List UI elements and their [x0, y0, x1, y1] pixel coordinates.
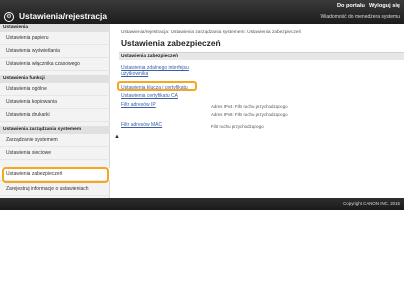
- message-to-admin-link[interactable]: Wiadomość do menedżera systemu: [321, 14, 400, 20]
- highlight-key-certificate: [117, 81, 197, 91]
- ca-certificate-link[interactable]: Ustawienia certyfikatu CA: [121, 93, 178, 99]
- app-title: Ustawienia/rejestracja: [19, 11, 107, 21]
- sidebar-item-paper[interactable]: Ustawienia papieru: [0, 32, 110, 45]
- sidebar-item-system-management[interactable]: Zarządzanie systemem: [0, 134, 110, 147]
- sidebar-item-copy[interactable]: Ustawienia kopiowania: [0, 96, 110, 109]
- sidebar-item-printer[interactable]: Ustawienia drukarki: [0, 109, 110, 122]
- sidebar-section-settings: Ustawienia: [0, 24, 110, 32]
- footer: Copyright CANON INC. 2015: [0, 198, 404, 210]
- header-bar: Do portalu Wyloguj się ⚙ Ustawienia/reje…: [0, 0, 404, 24]
- sidebar-item-network[interactable]: Ustawienia sieciowe: [0, 147, 110, 160]
- highlight-security-item: [2, 167, 109, 183]
- mac-filter-note: Filtr ruchu przychodzącego: [211, 124, 264, 129]
- portal-link[interactable]: Do portalu: [337, 3, 365, 9]
- section-header: Ustawienia zabezpieczeń: [119, 52, 404, 60]
- page: Do portalu Wyloguj się ⚙ Ustawienia/reje…: [0, 0, 404, 287]
- ip-filter-note-ipv4: Adres IPv4: Filtr ruchu przychodzącego: [211, 104, 288, 109]
- sidebar-section-system: Ustawienia zarządzania systemem: [0, 126, 110, 134]
- sidebar-item-register-settings[interactable]: Zarejestruj informacje o ustawieniach: [0, 183, 110, 196]
- sidebar-section-functions: Ustawienia funkcji: [0, 75, 110, 83]
- sidebar-item-display[interactable]: Ustawienia wyświetlania: [0, 45, 110, 58]
- gear-icon: ⚙: [4, 12, 14, 22]
- ip-filter-note-ipv6: Adres IPv6: Filtr ruchu przychodzącego: [211, 112, 288, 117]
- ip-filter-link[interactable]: Filtr adresów IP: [121, 102, 156, 108]
- logout-link[interactable]: Wyloguj się: [369, 3, 400, 9]
- blank-area: [0, 210, 404, 287]
- sidebar-item-general[interactable]: Ustawienia ogólne: [0, 83, 110, 96]
- sidebar-item-timer[interactable]: Ustawienia włącznika czasowego: [0, 58, 110, 71]
- copyright: Copyright CANON INC. 2015: [343, 201, 400, 206]
- mac-filter-link[interactable]: Filtr adresów MAC: [121, 122, 162, 128]
- breadcrumb: Ustawienia/rejestracja: Ustawienia zarzą…: [121, 30, 302, 35]
- remote-ui-settings-link-cont[interactable]: użytkownika: [121, 71, 148, 77]
- up-arrow-icon[interactable]: ▲: [114, 134, 120, 140]
- main-content: Ustawienia/rejestracja: Ustawienia zarzą…: [111, 24, 404, 198]
- page-title: Ustawienia zabezpieczeń: [121, 38, 221, 48]
